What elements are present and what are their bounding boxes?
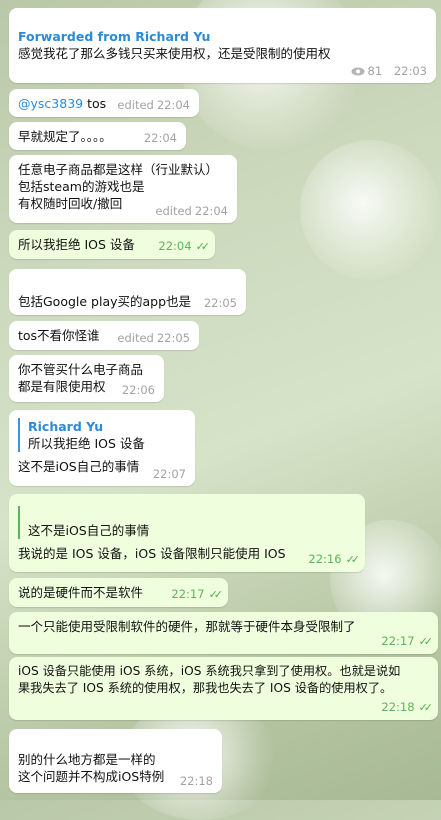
- double-check-icon: ✓✓: [345, 553, 361, 566]
- message-meta: 22:04: [144, 131, 177, 145]
- double-check-icon: ✓✓: [418, 701, 434, 714]
- message-bubble-outgoing[interactable]: iOS 设备只能使用 iOS 系统，iOS 系统我只拿到了使用权。也就是说如 果…: [9, 657, 438, 720]
- mention-link[interactable]: @ysc3839: [18, 96, 83, 111]
- reply-text: 所以我拒绝 IOS 设备: [28, 436, 145, 451]
- message-time: 22:04: [194, 204, 228, 218]
- double-check-icon: ✓✓: [195, 240, 211, 253]
- message-time: 22:07: [152, 467, 186, 481]
- message-text: 这不是iOS自己的事情: [18, 459, 140, 474]
- message-time: 22:04: [143, 131, 177, 145]
- message-text: 所以我拒绝 IOS 设备: [18, 237, 135, 252]
- reply-quote[interactable]: Richard Yu 所以我拒绝 IOS 设备: [18, 418, 186, 452]
- message-meta: 22:06: [122, 383, 155, 397]
- edited-label: edited: [155, 204, 192, 218]
- message-meta: 22:18: [180, 774, 213, 788]
- double-check-icon: ✓✓: [208, 588, 224, 601]
- message-bubble-reply[interactable]: Richard Yu 所以我拒绝 IOS 设备 这不是iOS自己的事情 22:0…: [9, 410, 195, 486]
- edited-label: edited: [117, 98, 154, 112]
- message-bubble[interactable]: 包括Google play买的app也是 22:05: [9, 269, 246, 315]
- message-line: 任意电子商品都是这样（行业默认）: [18, 162, 219, 177]
- eye-icon: [351, 67, 365, 76]
- message-bubble[interactable]: @ysc3839 tos edited 22:04: [9, 89, 199, 117]
- message-time: 22:17: [171, 587, 205, 601]
- message-bubble[interactable]: 你不管买什么电子商品 都是有限使用权 22:06: [9, 355, 164, 402]
- reply-quote[interactable]: 这不是iOS自己的事情: [18, 506, 356, 539]
- message-bubble[interactable]: 任意电子商品都是这样（行业默认） 包括steam的游戏也是 有权随时回收/撤回 …: [9, 155, 237, 223]
- message-meta: edited 22:04: [155, 204, 228, 218]
- message-time: 22:05: [203, 296, 237, 310]
- edited-label: edited: [117, 331, 154, 345]
- message-bubble-outgoing[interactable]: 所以我拒绝 IOS 设备 22:04 ✓✓: [9, 230, 215, 259]
- message-text: 包括Google play买的app也是: [18, 294, 192, 309]
- message-meta: 22:18 ✓✓: [381, 700, 434, 715]
- background-flower: [300, 140, 440, 280]
- message-time: 22:18: [381, 700, 415, 714]
- message-bubble-forwarded[interactable]: Forwarded from Richard Yu 感觉我花了那么多钱只买来使用…: [9, 8, 436, 83]
- message-text: 我说的是 IOS 设备，iOS 设备限制只能使用 IOS: [18, 546, 286, 561]
- message-text: tos: [87, 96, 107, 111]
- message-meta: 22:16 ✓✓: [308, 552, 361, 567]
- reply-author: Richard Yu: [28, 419, 104, 434]
- message-time: 22:04: [158, 239, 192, 253]
- message-time: 22:05: [156, 331, 190, 345]
- message-time: 22:16: [308, 552, 342, 566]
- message-line: iOS 设备只能使用 iOS 系统，iOS 系统我只拿到了使用权。也就是说如: [18, 664, 401, 678]
- message-meta: 22:17 ✓✓: [381, 634, 434, 649]
- message-time: 22:03: [393, 64, 427, 78]
- message-text: 早就规定了。。。。: [18, 129, 112, 144]
- message-line: 果我失去了 IOS 系统的使用权，那我也失去了 IOS 设备的使用权了。: [18, 681, 393, 695]
- message-line: 包括steam的游戏也是: [18, 179, 145, 194]
- message-bubble-outgoing[interactable]: 说的是硬件而不是软件 22:17 ✓✓: [9, 578, 228, 607]
- message-meta: 22:04 ✓✓: [158, 239, 211, 254]
- message-meta: 22:17 ✓✓: [171, 587, 224, 602]
- message-line: 你不管买什么电子商品: [18, 362, 144, 377]
- forwarded-from-label[interactable]: Forwarded from Richard Yu: [18, 28, 427, 45]
- message-text: 感觉我花了那么多钱只买来使用权，还是受限制的使用权: [18, 46, 331, 61]
- message-bubble[interactable]: tos不看你怪谁 edited 22:05: [9, 321, 199, 350]
- view-count: 81: [367, 64, 383, 78]
- message-meta: edited 22:04: [117, 98, 190, 112]
- double-check-icon: ✓✓: [418, 635, 434, 648]
- message-bubble-outgoing-reply[interactable]: 这不是iOS自己的事情 我说的是 IOS 设备，iOS 设备限制只能使用 IOS…: [9, 494, 365, 572]
- message-bubble-outgoing[interactable]: 一个只能使用受限制软件的硬件，那就等于硬件本身受限制了 22:17 ✓✓: [9, 612, 438, 654]
- message-text: 说的是硬件而不是软件: [18, 585, 144, 600]
- message-text: 一个只能使用受限制软件的硬件，那就等于硬件本身受限制了: [18, 619, 356, 634]
- message-bubble[interactable]: 别的什么地方都是一样的 这个问题并不构成iOS特例 22:18: [9, 729, 222, 793]
- message-meta: 22:05: [204, 296, 237, 310]
- message-meta: edited 22:05: [117, 331, 190, 345]
- message-text: tos不看你怪谁: [18, 328, 100, 343]
- message-line: 别的什么地方都是一样的: [18, 752, 156, 767]
- message-time: 22:17: [381, 634, 415, 648]
- message-time: 22:04: [156, 98, 190, 112]
- message-meta: 22:07: [153, 467, 186, 481]
- message-time: 22:18: [179, 774, 213, 788]
- message-bubble[interactable]: 早就规定了。。。。 22:04: [9, 122, 186, 150]
- message-meta: 81 22:03: [351, 64, 427, 78]
- message-time: 22:06: [121, 383, 155, 397]
- reply-text: 这不是iOS自己的事情: [28, 523, 150, 538]
